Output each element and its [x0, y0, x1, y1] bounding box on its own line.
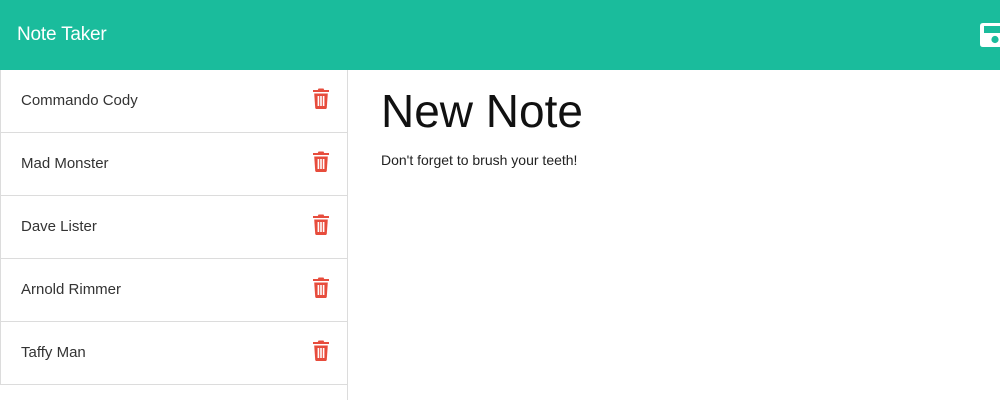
trash-icon [313, 88, 329, 109]
list-item[interactable]: Commando Cody [0, 70, 347, 133]
delete-note-button[interactable] [312, 277, 330, 298]
note-editor: New Note Don't forget to brush your teet… [348, 70, 1000, 400]
note-title: Taffy Man [21, 344, 86, 361]
list-item[interactable]: Arnold Rimmer [0, 259, 347, 322]
trash-icon [313, 340, 329, 361]
save-note-button[interactable] [980, 23, 1000, 47]
trash-icon [313, 214, 329, 235]
delete-note-button[interactable] [312, 151, 330, 172]
delete-note-button[interactable] [312, 340, 330, 361]
note-list: Commando Cody Mad Monster Dave Lister Ar… [0, 70, 347, 385]
app-title[interactable]: Note Taker [17, 23, 107, 47]
trash-icon [313, 151, 329, 172]
list-item[interactable]: Mad Monster [0, 133, 347, 196]
note-title: Mad Monster [21, 155, 109, 172]
note-title: Dave Lister [21, 218, 97, 235]
delete-note-button[interactable] [312, 214, 330, 235]
navbar: Note Taker [0, 0, 1000, 70]
list-item[interactable]: Dave Lister [0, 196, 347, 259]
floppy-disk-icon [980, 23, 1000, 47]
note-title: Arnold Rimmer [21, 281, 122, 298]
note-title: Commando Cody [21, 92, 138, 109]
note-body-textarea[interactable]: Don't forget to brush your teeth! [381, 151, 577, 169]
delete-note-button[interactable] [312, 88, 330, 109]
note-title-input[interactable]: New Note [381, 85, 583, 137]
trash-icon [313, 277, 329, 298]
list-item[interactable]: Taffy Man [0, 322, 347, 385]
note-list-panel: Commando Cody Mad Monster Dave Lister Ar… [0, 70, 348, 400]
